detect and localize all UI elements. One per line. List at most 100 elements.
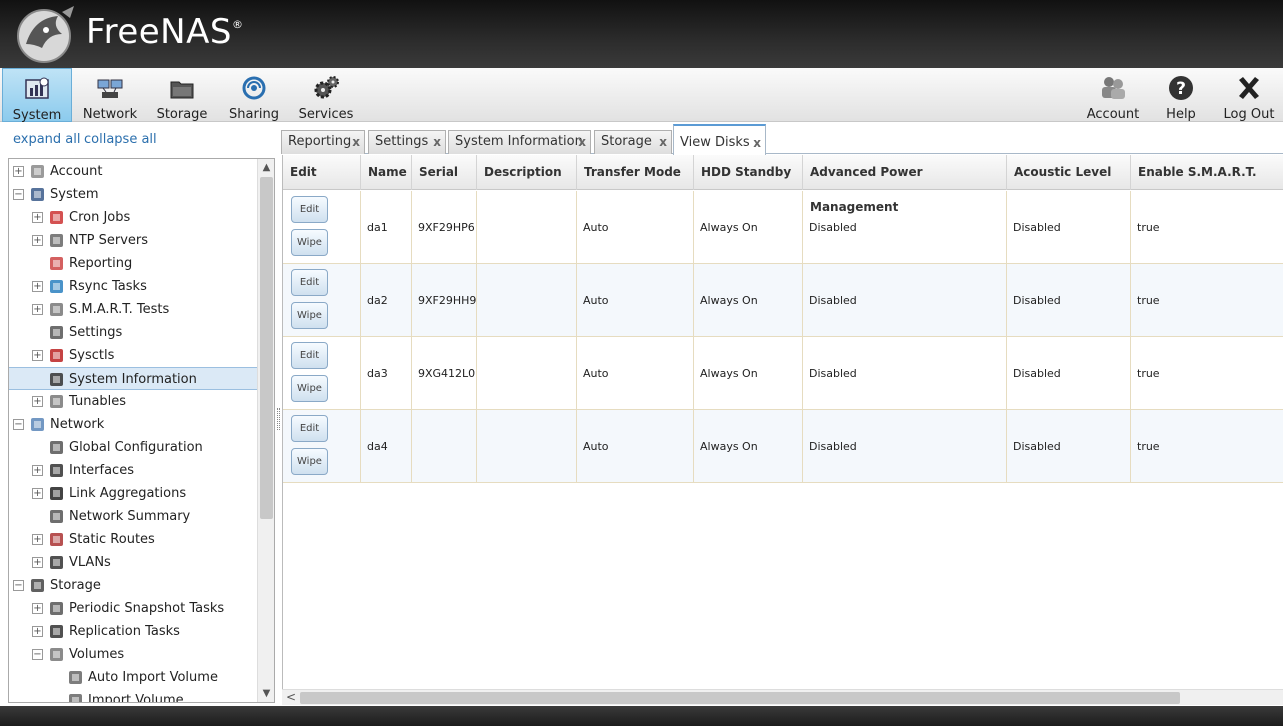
expand-toggle-icon[interactable]: +	[32, 212, 43, 223]
collapse-toggle-icon[interactable]: −	[13, 189, 24, 200]
tab-reporting[interactable]: Reporting x	[281, 130, 365, 154]
expand-toggle-icon[interactable]: +	[32, 603, 43, 614]
tree-item-import-volume[interactable]: Import Volume	[9, 689, 257, 702]
scroll-left-arrow-icon[interactable]: <	[286, 690, 296, 705]
table-row[interactable]: Edit Wipe da3 9XG412L0 Auto Always On Disabled…	[283, 337, 1283, 410]
tab-bar: Reporting x Settings x System Information x…	[281, 124, 1283, 155]
column-header-transfer-mode[interactable]: Transfer Mode	[577, 155, 694, 190]
edit-disk-button[interactable]: Edit	[291, 415, 328, 442]
expand-toggle-icon[interactable]: +	[32, 235, 43, 246]
cell-apm: Disabled	[803, 337, 1007, 410]
tree-item-tunables[interactable]: + Tunables	[9, 390, 257, 413]
tree-item-volumes[interactable]: − Volumes	[9, 643, 257, 666]
tree-item-global-configuration[interactable]: Global Configuration	[9, 436, 257, 459]
table-row[interactable]: Edit Wipe da1 9XF29HP6 Auto Always On Disabled…	[283, 191, 1283, 264]
expand-toggle-icon[interactable]: +	[32, 281, 43, 292]
expand-toggle-icon[interactable]: +	[32, 534, 43, 545]
column-header-hdd-standby[interactable]: HDD Standby	[694, 155, 803, 190]
tree-item-rsync-tasks[interactable]: + Rsync Tasks	[9, 275, 257, 298]
tree-item-auto-import-volume[interactable]: Auto Import Volume	[9, 666, 257, 689]
tree-item-s-m-a-r-t-tests[interactable]: + S.M.A.R.T. Tests	[9, 298, 257, 321]
expand-toggle-icon[interactable]: +	[32, 557, 43, 568]
tree-item-network-summary[interactable]: Network Summary	[9, 505, 257, 528]
tree-item-replication-tasks[interactable]: + Replication Tasks	[9, 620, 257, 643]
wipe-disk-button[interactable]: Wipe	[291, 448, 328, 475]
expand-all-link[interactable]: expand all	[13, 132, 81, 147]
cell-smart: true	[1131, 264, 1283, 337]
column-header-description[interactable]: Description	[477, 155, 577, 190]
expand-toggle-icon[interactable]: +	[32, 626, 43, 637]
tree-item-system[interactable]: − System	[9, 183, 257, 206]
column-header-serial[interactable]: Serial	[412, 155, 477, 190]
column-header-advanced-power-management[interactable]: Advanced Power Management	[803, 155, 1007, 214]
toolbar-storage-button[interactable]: Storage	[150, 68, 214, 122]
tree-item-sysctls[interactable]: + Sysctls	[9, 344, 257, 367]
cell-name: da3	[361, 337, 412, 410]
toolbar-logout-button[interactable]: Log Out	[1218, 68, 1280, 122]
wipe-disk-button[interactable]: Wipe	[291, 302, 328, 329]
close-tab-icon[interactable]: x	[433, 131, 441, 153]
tree-item-vlans[interactable]: + VLANs	[9, 551, 257, 574]
expand-toggle-icon[interactable]: +	[32, 396, 43, 407]
collapse-toggle-icon[interactable]: −	[32, 649, 43, 660]
collapse-toggle-icon[interactable]: −	[13, 580, 24, 591]
tree-vertical-scrollbar[interactable]: ▲ ▼	[257, 159, 274, 702]
tree-item-account[interactable]: + Account	[9, 160, 257, 183]
column-header-edit[interactable]: Edit	[283, 155, 361, 190]
edit-disk-button[interactable]: Edit	[291, 196, 328, 223]
tree-item-ntp-servers[interactable]: + NTP Servers	[9, 229, 257, 252]
close-tab-icon[interactable]: x	[578, 131, 586, 153]
column-header-acoustic-level[interactable]: Acoustic Level	[1007, 155, 1131, 190]
tab-view-disks[interactable]: View Disks x	[673, 124, 766, 155]
close-x-icon	[1239, 77, 1259, 99]
expand-toggle-icon[interactable]: +	[32, 488, 43, 499]
sharing-icon	[242, 76, 266, 100]
toolbar-services-button[interactable]: Services	[294, 68, 358, 122]
expand-toggle-icon[interactable]: +	[13, 166, 24, 177]
expand-toggle-icon[interactable]: +	[32, 465, 43, 476]
tree-item-periodic-snapshot-tasks[interactable]: + Periodic Snapshot Tasks	[9, 597, 257, 620]
tab-storage[interactable]: Storage x	[594, 130, 672, 154]
collapse-toggle-icon[interactable]: −	[13, 419, 24, 430]
toolbar-sharing-button[interactable]: Sharing	[222, 68, 286, 122]
expand-toggle-icon[interactable]: +	[32, 304, 43, 315]
routes-icon	[48, 531, 65, 548]
close-tab-icon[interactable]: x	[659, 131, 667, 153]
tree-item-storage[interactable]: − Storage	[9, 574, 257, 597]
tab-settings[interactable]: Settings x	[368, 130, 446, 154]
scroll-down-arrow-icon[interactable]: ▼	[258, 685, 274, 702]
tree-item-cron-jobs[interactable]: + Cron Jobs	[9, 206, 257, 229]
tree-item-label: Static Routes	[69, 532, 155, 547]
column-header-name[interactable]: Name	[361, 155, 412, 190]
tab-system-information[interactable]: System Information x	[448, 130, 591, 154]
toolbar-network-button[interactable]: Network	[78, 68, 142, 122]
tree-item-settings[interactable]: Settings	[9, 321, 257, 344]
edit-disk-button[interactable]: Edit	[291, 269, 328, 296]
table-row[interactable]: Edit Wipe da2 9XF29HH9 Auto Always On Disabled…	[283, 264, 1283, 337]
trademark: ®	[231, 18, 244, 31]
tree-item-interfaces[interactable]: + Interfaces	[9, 459, 257, 482]
table-row[interactable]: Edit Wipe da4 Auto Always On Disabled Disabled…	[283, 410, 1283, 483]
cell-apm: Disabled	[803, 264, 1007, 337]
tree-item-static-routes[interactable]: + Static Routes	[9, 528, 257, 551]
edit-disk-button[interactable]: Edit	[291, 342, 328, 369]
tree-item-network[interactable]: − Network	[9, 413, 257, 436]
grid-horizontal-scrollbar[interactable]: <	[282, 689, 1283, 705]
close-tab-icon[interactable]: x	[352, 131, 360, 153]
tree-item-link-aggregations[interactable]: + Link Aggregations	[9, 482, 257, 505]
column-header-enable-s-m-a-r-t[interactable]: Enable S.M.A.R.T.	[1131, 155, 1283, 190]
pane-splitter[interactable]	[277, 408, 280, 430]
grid-scroll-thumb[interactable]	[300, 692, 1180, 704]
collapse-all-link[interactable]: collapse all	[84, 132, 157, 147]
wipe-disk-button[interactable]: Wipe	[291, 229, 328, 256]
toolbar-help-button[interactable]: ? Help	[1156, 68, 1206, 122]
wipe-disk-button[interactable]: Wipe	[291, 375, 328, 402]
toolbar-account-button[interactable]: Account	[1082, 68, 1144, 122]
expand-toggle-icon[interactable]: +	[32, 350, 43, 361]
tree-scroll-thumb[interactable]	[260, 177, 273, 519]
tree-item-label: Replication Tasks	[69, 624, 180, 639]
toolbar-system-button[interactable]: System	[2, 68, 72, 123]
tree-item-reporting[interactable]: Reporting	[9, 252, 257, 275]
scroll-up-arrow-icon[interactable]: ▲	[258, 159, 274, 176]
tree-item-system-information[interactable]: System Information	[9, 367, 257, 390]
